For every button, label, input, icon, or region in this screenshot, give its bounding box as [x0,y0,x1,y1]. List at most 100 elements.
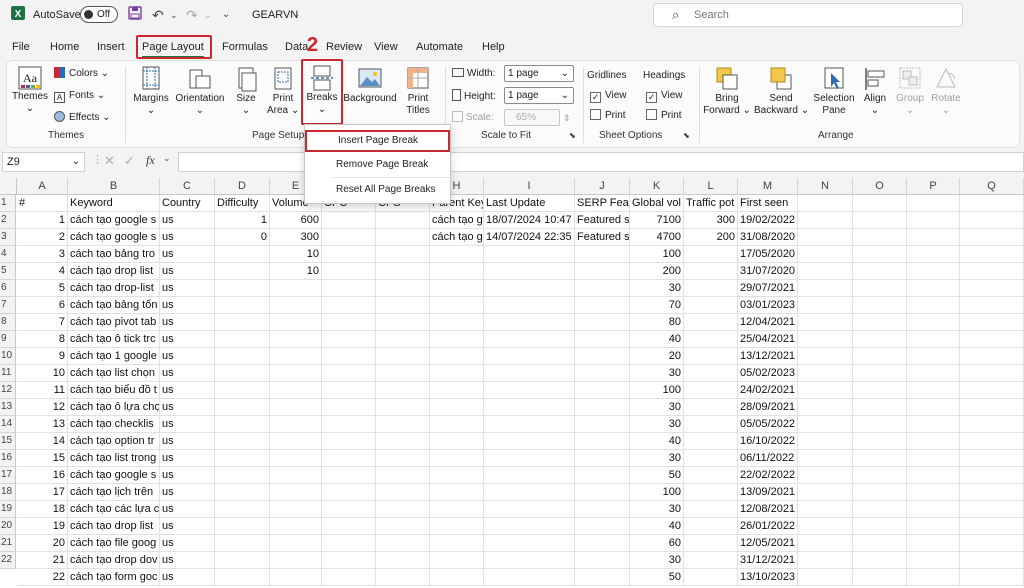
grid-cell[interactable] [484,569,575,586]
grid-cell[interactable] [270,552,322,569]
grid-cell[interactable] [907,297,960,314]
redo-icon[interactable]: ↷ [186,6,198,24]
rotate-button[interactable]: Rotate ⌄ [929,65,963,117]
column-header[interactable]: N [798,178,853,195]
insert-page-break-item[interactable]: Insert Page Break [305,130,450,152]
grid-cell[interactable] [575,552,630,569]
grid-cell[interactable] [960,280,1024,297]
grid-cell[interactable] [215,433,270,450]
enter-icon[interactable]: ✓ [124,153,135,169]
grid-cell[interactable] [853,297,907,314]
grid-cell[interactable] [270,382,322,399]
grid-cell[interactable] [853,212,907,229]
grid-cell[interactable] [484,399,575,416]
grid-cell[interactable] [322,365,376,382]
grid-cell[interactable] [575,246,630,263]
grid-cell[interactable] [575,416,630,433]
grid-cell[interactable] [376,212,430,229]
grid-cell[interactable] [575,382,630,399]
grid-cell[interactable] [853,484,907,501]
grid-cell[interactable]: 21 [17,552,68,569]
grid-cell[interactable] [215,569,270,586]
grid-cell[interactable] [853,416,907,433]
grid-cell[interactable] [376,518,430,535]
grid-cell[interactable] [322,501,376,518]
grid-cell[interactable] [907,552,960,569]
grid-cell[interactable]: cách tạo list trong [68,450,160,467]
grid-cell[interactable] [907,416,960,433]
grid-cell[interactable] [430,280,484,297]
grid-cell[interactable] [376,229,430,246]
grid-cell[interactable]: Featured s [575,229,630,246]
grid-cell[interactable] [960,433,1024,450]
grid-cell[interactable]: 50 [630,569,684,586]
grid-cell[interactable] [322,433,376,450]
grid-cell[interactable]: us [160,399,215,416]
print-titles-button[interactable]: Print Titles [403,65,433,117]
grid-cell[interactable] [907,433,960,450]
grid-cell[interactable] [684,399,738,416]
grid-cell[interactable]: 50 [630,467,684,484]
redo-dropdown-icon[interactable]: ⌄ [204,6,212,24]
grid-cell[interactable] [376,416,430,433]
grid-cell[interactable] [322,535,376,552]
grid-cell[interactable] [684,331,738,348]
row-header[interactable]: 11 [0,365,16,382]
grid-cell[interactable] [270,535,322,552]
grid-cell[interactable] [853,348,907,365]
grid-cell[interactable] [960,518,1024,535]
save-icon[interactable] [128,6,142,24]
grid-cell[interactable] [430,297,484,314]
tab-insert[interactable]: Insert [97,40,125,58]
grid-cell[interactable] [484,348,575,365]
grid-cell[interactable] [322,229,376,246]
column-header[interactable]: C [160,178,215,195]
grid-cell[interactable] [270,569,322,586]
grid-cell[interactable]: us [160,535,215,552]
grid-cell[interactable]: 12/08/2021 [738,501,798,518]
grid-cell[interactable] [798,450,853,467]
grid-cell[interactable] [907,348,960,365]
grid-cell[interactable] [484,263,575,280]
grid-cell[interactable]: 29/07/2021 [738,280,798,297]
grid-cell[interactable] [798,195,853,212]
grid-cell[interactable]: 17/05/2020 [738,246,798,263]
grid-cell[interactable]: 0 [215,229,270,246]
grid-cell[interactable] [684,535,738,552]
send-backward-button[interactable]: Send Backward ⌄ [754,65,809,117]
grid-cell[interactable] [575,569,630,586]
grid-cell[interactable] [907,263,960,280]
grid-cell[interactable]: SERP Feat [575,195,630,212]
tab-view[interactable]: View [374,40,398,58]
grid-cell[interactable]: 5 [17,280,68,297]
grid-cell[interactable] [484,433,575,450]
grid-cell[interactable] [575,348,630,365]
row-header[interactable]: 18 [0,484,16,501]
grid-cell[interactable] [430,399,484,416]
grid-cell[interactable] [853,569,907,586]
grid-cell[interactable]: 16 [17,467,68,484]
grid-cell[interactable]: 200 [630,263,684,280]
grid-cell[interactable]: us [160,569,215,586]
grid-cell[interactable] [215,246,270,263]
column-header[interactable]: O [853,178,907,195]
grid-cell[interactable] [215,467,270,484]
grid-cell[interactable]: cách tạo các lựa c [68,501,160,518]
grid-cell[interactable] [376,552,430,569]
background-button[interactable]: Background [342,65,398,105]
grid-cell[interactable] [322,569,376,586]
grid-cell[interactable] [376,501,430,518]
grid-cell[interactable] [575,314,630,331]
grid-cell[interactable] [684,484,738,501]
grid-cell[interactable] [798,348,853,365]
grid-cell[interactable] [960,348,1024,365]
grid-cell[interactable]: us [160,314,215,331]
width-select[interactable]: 1 page ⌄ [504,65,574,82]
grid-cell[interactable]: 22 [17,569,68,586]
grid-cell[interactable] [215,348,270,365]
column-header[interactable]: M [738,178,798,195]
select-all-corner[interactable] [0,178,17,195]
grid-cell[interactable] [215,365,270,382]
grid-cell[interactable]: 06/11/2022 [738,450,798,467]
grid-cell[interactable] [853,195,907,212]
